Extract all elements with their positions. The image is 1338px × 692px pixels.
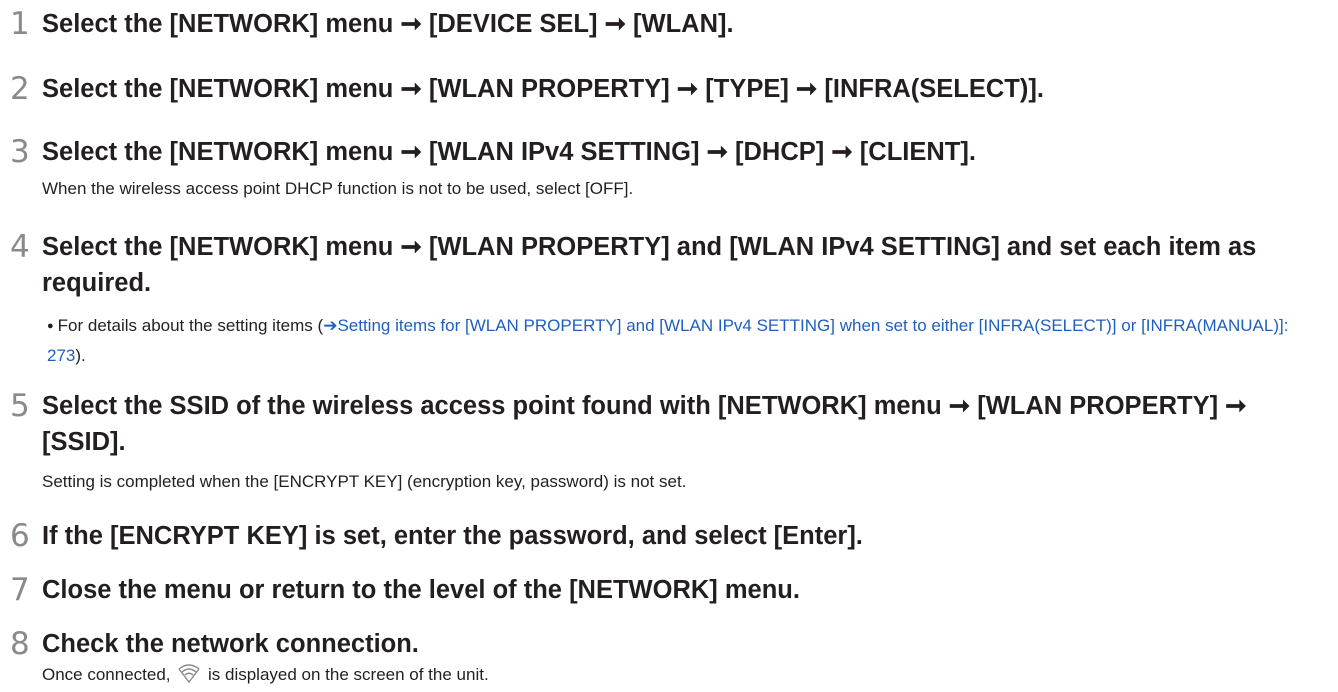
step-note: Once connected, is displayed on the scre… <box>42 661 489 689</box>
step-heading: Check the network connection. <box>42 630 419 658</box>
cross-reference-arrow: ➔ <box>323 316 338 335</box>
step-number: 2 <box>10 71 30 107</box>
step-heading: Select the [NETWORK] menu ➞ [WLAN PROPER… <box>42 75 1044 103</box>
step-number: 8 <box>10 626 30 662</box>
step-heading: Select the [NETWORK] menu ➞ [WLAN IPv4 S… <box>42 138 976 166</box>
step-heading: Select the [NETWORK] menu ➞ [DEVICE SEL]… <box>42 10 734 38</box>
bullet-item: ● For details about the setting items (➔S… <box>47 311 1327 371</box>
step-note: When the wireless access point DHCP func… <box>42 179 634 198</box>
step-number: 5 <box>10 388 30 424</box>
step-heading: Close the menu or return to the level of… <box>42 576 800 604</box>
step-note: Setting is completed when the [ENCRYPT K… <box>42 472 687 491</box>
bullet-prefix: For details about the setting items ( <box>57 316 324 335</box>
step-number: 7 <box>10 572 30 608</box>
step-number: 4 <box>10 229 30 265</box>
step-number: 3 <box>10 134 30 170</box>
step-number: 1 <box>10 6 30 42</box>
step-heading: Select the SSID of the wireless access p… <box>42 392 1247 456</box>
step-heading: Select the [NETWORK] menu ➞ [WLAN PROPER… <box>42 233 1257 297</box>
note-after-icon: is displayed on the screen of the unit. <box>208 665 489 684</box>
bullet-suffix: ). <box>75 346 86 365</box>
step-heading: If the [ENCRYPT KEY] is set, enter the p… <box>42 522 863 550</box>
note-before-icon: Once connected, <box>42 665 171 684</box>
step-number: 6 <box>10 518 30 554</box>
wifi-icon <box>177 663 201 684</box>
bullet-dot: ● <box>47 320 54 332</box>
